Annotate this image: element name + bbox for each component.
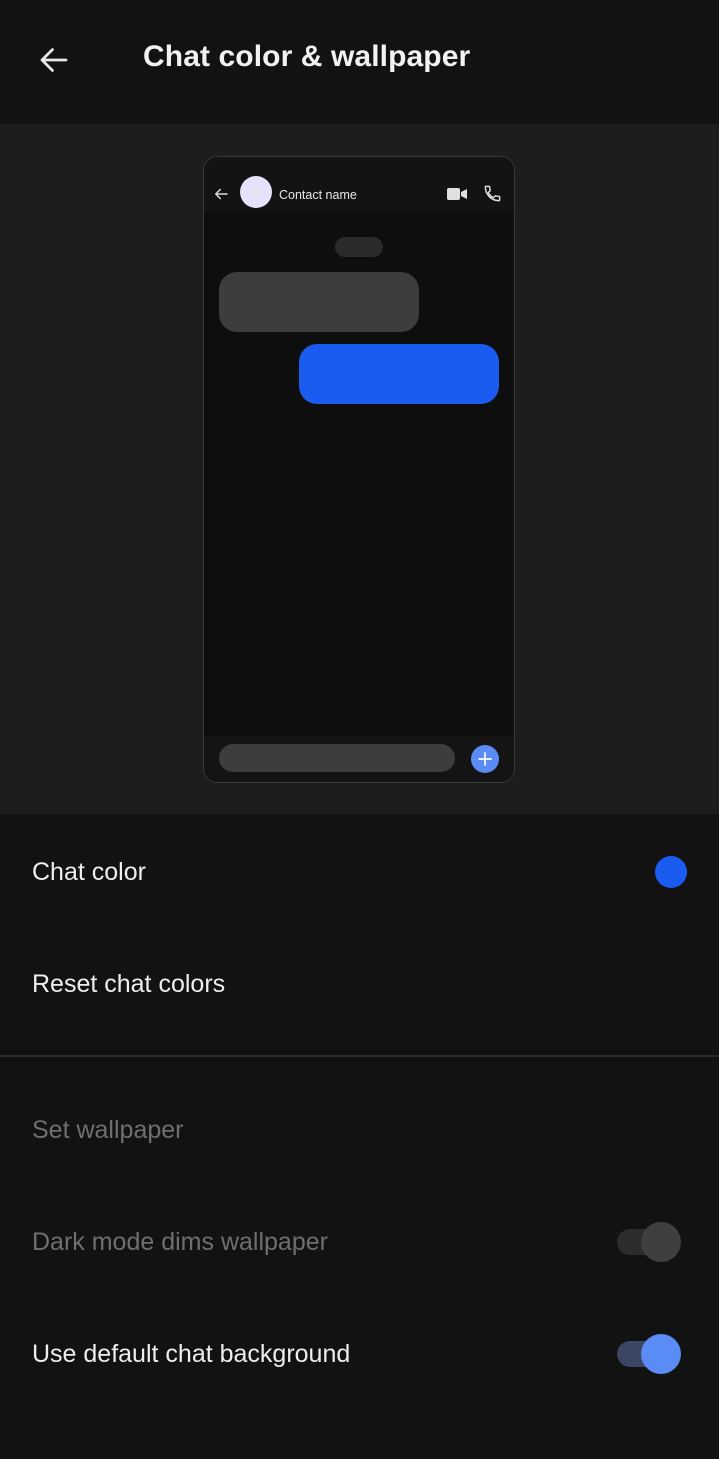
default-background-label: Use default chat background <box>32 1339 351 1368</box>
outgoing-message-bubble <box>299 344 499 404</box>
preview-composer <box>204 736 514 782</box>
video-camera-icon <box>447 188 467 200</box>
dark-mode-dims-label: Dark mode dims wallpaper <box>32 1227 328 1256</box>
plus-icon <box>478 752 492 766</box>
dark-mode-dims-toggle[interactable] <box>617 1222 681 1262</box>
contact-name: Contact name <box>279 188 357 202</box>
preview-header: Contact name <box>204 157 514 213</box>
chat-color-row[interactable]: Chat color <box>0 816 719 928</box>
chat-color-swatch <box>655 856 687 888</box>
set-wallpaper-label: Set wallpaper <box>32 1115 184 1144</box>
set-wallpaper-row[interactable]: Set wallpaper <box>0 1074 719 1186</box>
toggle-thumb <box>641 1222 681 1262</box>
page-title: Chat color & wallpaper <box>143 40 471 73</box>
chat-color-label: Chat color <box>32 857 146 886</box>
default-background-row[interactable]: Use default chat background <box>0 1298 719 1410</box>
incoming-message-bubble <box>219 272 419 332</box>
app-bar: Chat color & wallpaper <box>0 0 719 124</box>
avatar <box>240 176 272 208</box>
arrow-left-icon <box>215 188 228 200</box>
arrow-left-icon <box>40 48 68 72</box>
back-button[interactable] <box>22 28 86 92</box>
preview-message-input <box>219 744 455 772</box>
phone-icon <box>484 185 501 202</box>
section-divider <box>0 1055 719 1057</box>
chat-preview: Contact name <box>203 156 515 783</box>
reset-chat-colors-row[interactable]: Reset chat colors <box>0 928 719 1040</box>
chat-preview-area: Contact name <box>0 124 719 814</box>
default-background-toggle[interactable] <box>617 1334 681 1374</box>
dark-mode-dims-row[interactable]: Dark mode dims wallpaper <box>0 1186 719 1298</box>
date-pill <box>335 237 383 257</box>
reset-chat-colors-label: Reset chat colors <box>32 969 226 998</box>
preview-add-button <box>471 745 499 773</box>
toggle-thumb <box>641 1334 681 1374</box>
